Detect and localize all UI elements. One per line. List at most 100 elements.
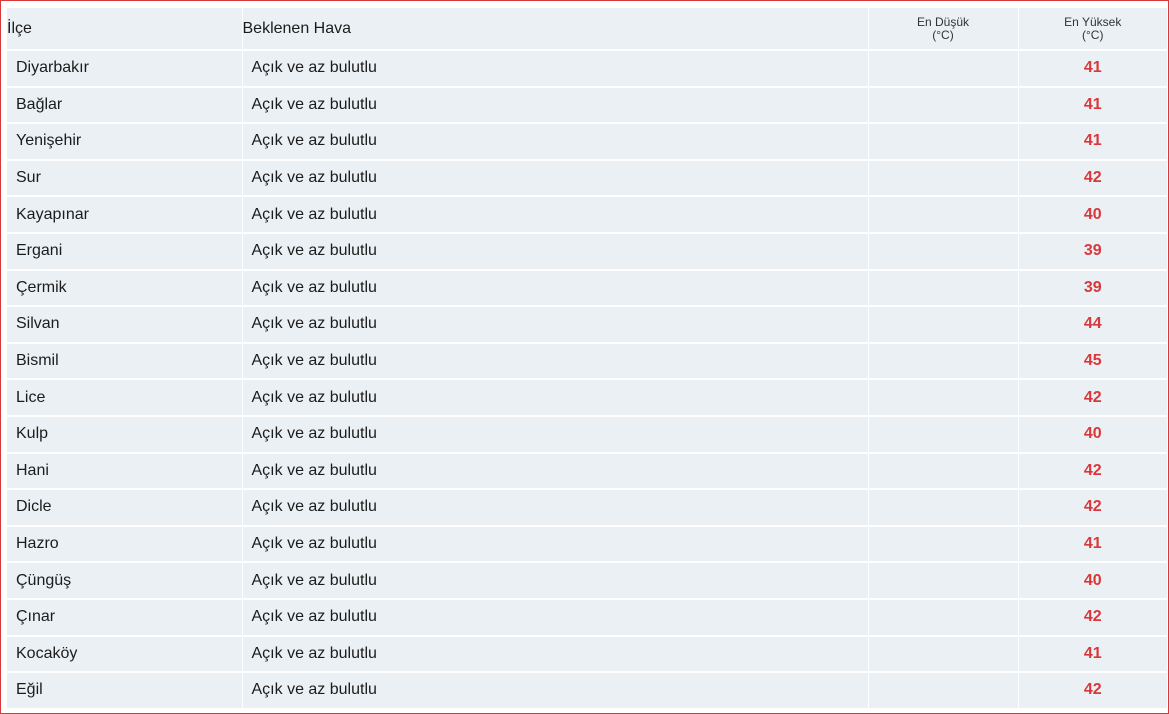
weather-table-frame: İlçe Beklenen Hava En Düşük (°C) En Yüks… <box>0 0 1169 714</box>
expected-weather: Açık ve az bulutlu <box>242 379 869 417</box>
min-temp <box>868 672 1019 710</box>
table-row: Kulp Açık ve az bulutlu 40 <box>7 415 1167 454</box>
table-row: Sur Açık ve az bulutlu 42 <box>7 159 1167 198</box>
district-name: Çermik <box>7 269 243 308</box>
table-row: Kocaköy Açık ve az bulutlu 41 <box>7 635 1167 674</box>
table-row: Kayapınar Açık ve az bulutlu 40 <box>7 196 1167 234</box>
max-temp: 39 <box>1018 232 1167 271</box>
district-name: Lice <box>7 379 243 417</box>
min-temp <box>868 562 1019 600</box>
min-temp <box>868 269 1019 308</box>
max-temp: 40 <box>1018 196 1167 234</box>
max-temp: 41 <box>1018 525 1167 564</box>
table-row: Çüngüş Açık ve az bulutlu 40 <box>7 562 1167 600</box>
max-temp: 42 <box>1018 159 1167 198</box>
expected-weather: Açık ve az bulutlu <box>242 525 869 564</box>
expected-weather: Açık ve az bulutlu <box>242 452 869 491</box>
expected-weather: Açık ve az bulutlu <box>242 635 869 674</box>
max-temp: 42 <box>1018 452 1167 491</box>
table-row: Ergani Açık ve az bulutlu 39 <box>7 232 1167 271</box>
table-body: Diyarbakır Açık ve az bulutlu 41 Bağlar Açık… <box>7 50 1167 710</box>
district-name: Kulp <box>7 415 243 454</box>
district-name: Hani <box>7 452 243 491</box>
min-temp <box>868 50 1019 88</box>
max-temp: 45 <box>1018 342 1167 381</box>
district-name: Kocaköy <box>7 635 243 674</box>
district-name: Sur <box>7 159 243 198</box>
table-row: Diyarbakır Açık ve az bulutlu 41 <box>7 50 1167 88</box>
max-temp: 41 <box>1018 50 1167 88</box>
expected-weather: Açık ve az bulutlu <box>242 123 869 161</box>
district-name: Silvan <box>7 306 243 344</box>
max-temp-label: En Yüksek <box>1064 14 1122 29</box>
table-row: Bismil Açık ve az bulutlu 45 <box>7 342 1167 381</box>
table-row: Çermik Açık ve az bulutlu 39 <box>7 269 1167 308</box>
table-row: Yenişehir Açık ve az bulutlu 41 <box>7 123 1167 161</box>
max-temp: 41 <box>1018 123 1167 161</box>
table-row: Hani Açık ve az bulutlu 42 <box>7 452 1167 491</box>
expected-weather: Açık ve az bulutlu <box>242 50 869 88</box>
min-temp <box>868 635 1019 674</box>
table-row: Eğil Açık ve az bulutlu 42 <box>7 672 1167 710</box>
min-temp <box>868 452 1019 491</box>
table-row: Çınar Açık ve az bulutlu 42 <box>7 598 1167 637</box>
district-name: Çınar <box>7 598 243 637</box>
district-name: Diyarbakır <box>7 50 243 88</box>
district-name: Kayapınar <box>7 196 243 234</box>
district-name: Yenişehir <box>7 123 243 161</box>
min-temp <box>868 342 1019 381</box>
max-temp: 41 <box>1018 86 1167 125</box>
column-header-district: İlçe <box>7 8 243 51</box>
district-name: Çüngüş <box>7 562 243 600</box>
district-name: Bağlar <box>7 86 243 125</box>
min-temp <box>868 196 1019 234</box>
expected-weather: Açık ve az bulutlu <box>242 672 869 710</box>
max-temp: 44 <box>1018 306 1167 344</box>
min-temp <box>868 86 1019 125</box>
expected-weather: Açık ve az bulutlu <box>242 159 869 198</box>
header-row: İlçe Beklenen Hava En Düşük (°C) En Yüks… <box>7 8 1167 51</box>
expected-weather: Açık ve az bulutlu <box>242 86 869 125</box>
min-temp <box>868 306 1019 344</box>
min-temp <box>868 123 1019 161</box>
max-temp: 42 <box>1018 379 1167 417</box>
max-temp: 42 <box>1018 672 1167 710</box>
expected-weather: Açık ve az bulutlu <box>242 232 869 271</box>
column-header-max-temp: En Yüksek (°C) <box>1018 8 1167 51</box>
min-temp-label: En Düşük <box>916 14 970 29</box>
max-temp: 39 <box>1018 269 1167 308</box>
max-temp: 42 <box>1018 489 1167 527</box>
table-row: Hazro Açık ve az bulutlu 41 <box>7 525 1167 564</box>
min-temp-unit: (°C) <box>932 27 954 42</box>
table-row: Bağlar Açık ve az bulutlu 41 <box>7 86 1167 125</box>
district-name: Hazro <box>7 525 243 564</box>
column-header-expected-weather: Beklenen Hava <box>242 8 869 51</box>
min-temp <box>868 525 1019 564</box>
min-temp <box>868 489 1019 527</box>
min-temp <box>868 598 1019 637</box>
district-name: Dicle <box>7 489 243 527</box>
max-temp-unit: (°C) <box>1082 27 1104 42</box>
expected-weather: Açık ve az bulutlu <box>242 342 869 381</box>
district-name: Ergani <box>7 232 243 271</box>
expected-weather: Açık ve az bulutlu <box>242 415 869 454</box>
max-temp: 40 <box>1018 562 1167 600</box>
expected-weather: Açık ve az bulutlu <box>242 562 869 600</box>
expected-weather: Açık ve az bulutlu <box>242 269 869 308</box>
min-temp <box>868 415 1019 454</box>
min-temp <box>868 379 1019 417</box>
min-temp <box>868 159 1019 198</box>
expected-weather: Açık ve az bulutlu <box>242 196 869 234</box>
max-temp: 41 <box>1018 635 1167 674</box>
table-row: Lice Açık ve az bulutlu 42 <box>7 379 1167 417</box>
max-temp: 40 <box>1018 415 1167 454</box>
expected-weather: Açık ve az bulutlu <box>242 306 869 344</box>
table-row: Silvan Açık ve az bulutlu 44 <box>7 306 1167 344</box>
table-row: Dicle Açık ve az bulutlu 42 <box>7 489 1167 527</box>
expected-weather: Açık ve az bulutlu <box>242 489 869 527</box>
max-temp: 42 <box>1018 598 1167 637</box>
district-name: Eğil <box>7 672 243 710</box>
district-name: Bismil <box>7 342 243 381</box>
min-temp <box>868 232 1019 271</box>
expected-weather: Açık ve az bulutlu <box>242 598 869 637</box>
